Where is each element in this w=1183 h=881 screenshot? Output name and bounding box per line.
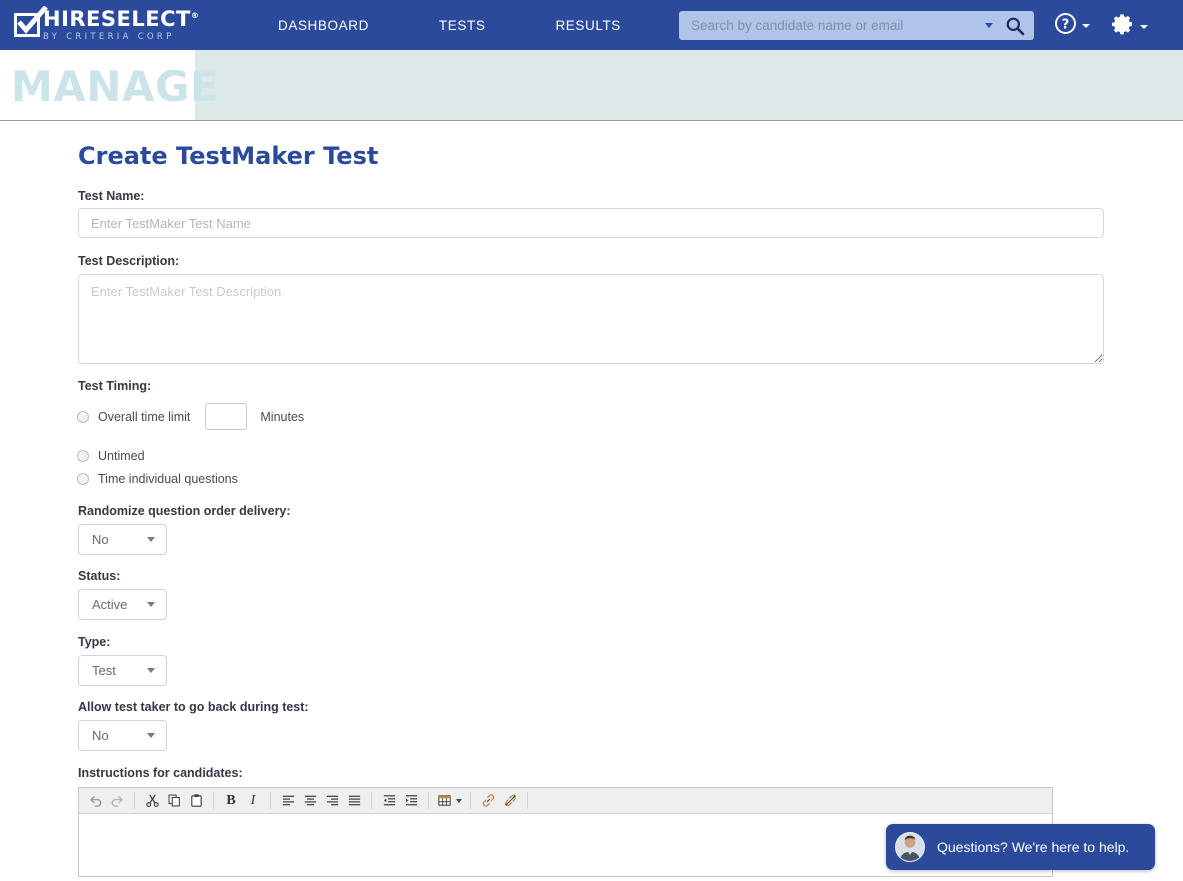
- toolbar-separator: [134, 792, 135, 809]
- overall-time-limit-minutes-input[interactable]: [205, 403, 247, 430]
- test-description-textarea[interactable]: [78, 274, 1104, 364]
- timing-option-individual[interactable]: Time individual questions: [77, 472, 238, 486]
- radio-overall-time-limit-label: Overall time limit: [98, 410, 190, 424]
- help-menu[interactable]: ?: [1054, 12, 1090, 40]
- test-description-label: Test Description:: [78, 254, 179, 268]
- table-chevron-down-icon[interactable]: [453, 790, 464, 812]
- undo-icon[interactable]: [84, 790, 106, 812]
- randomize-select[interactable]: No: [78, 524, 167, 555]
- italic-glyph: I: [251, 793, 256, 809]
- nav-results-label: RESULTS: [555, 18, 620, 33]
- test-name-input[interactable]: [78, 208, 1104, 238]
- go-back-select-value: No: [92, 728, 109, 743]
- status-label: Status:: [78, 569, 120, 583]
- chevron-down-icon: [147, 668, 155, 673]
- top-navigation-bar: HIRESELECT® BY CRITERIA CORP DASHBOARD T…: [0, 0, 1183, 50]
- search-icon[interactable]: [1005, 16, 1025, 36]
- italic-icon[interactable]: I: [242, 790, 264, 812]
- align-justify-icon[interactable]: [343, 790, 365, 812]
- status-select-value: Active: [92, 597, 127, 612]
- question-circle-icon: ?: [1054, 12, 1077, 40]
- candidate-search-box[interactable]: [679, 11, 1034, 40]
- go-back-select[interactable]: No: [78, 720, 167, 751]
- chevron-down-icon: [147, 537, 155, 542]
- nav-results[interactable]: RESULTS: [545, 12, 630, 39]
- chevron-down-icon: [1082, 24, 1090, 28]
- banner-title: MANAGE: [11, 62, 219, 111]
- svg-text:?: ?: [1062, 18, 1070, 33]
- page-title: Create TestMaker Test: [78, 142, 378, 170]
- redo-icon[interactable]: [106, 790, 128, 812]
- randomize-select-value: No: [92, 532, 109, 547]
- timing-option-overall[interactable]: Overall time limit Minutes: [77, 403, 304, 430]
- nav-dashboard-label: DASHBOARD: [278, 18, 369, 33]
- indent-icon[interactable]: [400, 790, 422, 812]
- table-icon[interactable]: [435, 790, 453, 812]
- randomize-label: Randomize question order delivery:: [78, 504, 291, 518]
- search-filter-chevron-down-icon[interactable]: [985, 23, 993, 28]
- type-label: Type:: [78, 635, 110, 649]
- nav-tests-label: TESTS: [439, 18, 486, 33]
- radio-untimed[interactable]: [77, 450, 89, 462]
- hireselect-logo[interactable]: HIRESELECT® BY CRITERIA CORP: [14, 9, 214, 42]
- unlink-icon[interactable]: [499, 790, 521, 812]
- copy-icon[interactable]: [163, 790, 185, 812]
- section-banner: MANAGE: [0, 50, 1183, 121]
- paste-clipboard-icon[interactable]: [185, 790, 207, 812]
- logo-trademark: ®: [191, 11, 200, 20]
- test-timing-label: Test Timing:: [78, 379, 151, 393]
- align-right-icon[interactable]: [321, 790, 343, 812]
- radio-time-individual-questions[interactable]: [77, 473, 89, 485]
- avatar: [895, 832, 925, 862]
- type-select-value: Test: [92, 663, 116, 678]
- chat-widget-label: Questions? We're here to help.: [937, 839, 1129, 855]
- radio-time-individual-questions-label: Time individual questions: [98, 472, 238, 486]
- radio-untimed-label: Untimed: [98, 449, 145, 463]
- nav-tests[interactable]: TESTS: [429, 12, 496, 39]
- timing-option-untimed[interactable]: Untimed: [77, 449, 145, 463]
- search-input[interactable]: [689, 12, 985, 39]
- chevron-down-icon: [147, 733, 155, 738]
- toolbar-separator: [270, 792, 271, 809]
- bold-icon[interactable]: B: [220, 790, 242, 812]
- settings-menu[interactable]: [1111, 12, 1148, 41]
- source-code-icon[interactable]: [534, 790, 556, 812]
- outdent-icon[interactable]: [378, 790, 400, 812]
- align-center-icon[interactable]: [299, 790, 321, 812]
- cut-scissors-icon[interactable]: [141, 790, 163, 812]
- toolbar-separator: [428, 792, 429, 809]
- minutes-unit-label: Minutes: [260, 410, 304, 424]
- radio-overall-time-limit[interactable]: [77, 411, 89, 423]
- toolbar-separator: [371, 792, 372, 809]
- type-select[interactable]: Test: [78, 655, 167, 686]
- toolbar-separator: [470, 792, 471, 809]
- chevron-down-icon: [147, 602, 155, 607]
- gear-icon: [1111, 12, 1135, 41]
- checkbox-check-icon: [14, 13, 40, 37]
- status-select[interactable]: Active: [78, 589, 167, 620]
- toolbar-separator: [527, 792, 528, 809]
- link-icon[interactable]: [477, 790, 499, 812]
- logo-tagline: BY CRITERIA CORP: [43, 33, 199, 42]
- align-left-icon[interactable]: [277, 790, 299, 812]
- logo-main-text: HIRESELECT: [43, 7, 191, 31]
- chevron-down-icon: [1140, 25, 1148, 29]
- test-name-label: Test Name:: [78, 189, 144, 203]
- logo-wordmark: HIRESELECT®: [43, 9, 199, 30]
- go-back-label: Allow test taker to go back during test:: [78, 700, 309, 714]
- editor-toolbar: B I: [79, 788, 1052, 814]
- bold-glyph: B: [226, 793, 235, 809]
- chat-help-widget[interactable]: Questions? We're here to help.: [886, 824, 1155, 870]
- toolbar-separator: [213, 792, 214, 809]
- instructions-label: Instructions for candidates:: [78, 766, 243, 780]
- nav-dashboard[interactable]: DASHBOARD: [268, 12, 379, 39]
